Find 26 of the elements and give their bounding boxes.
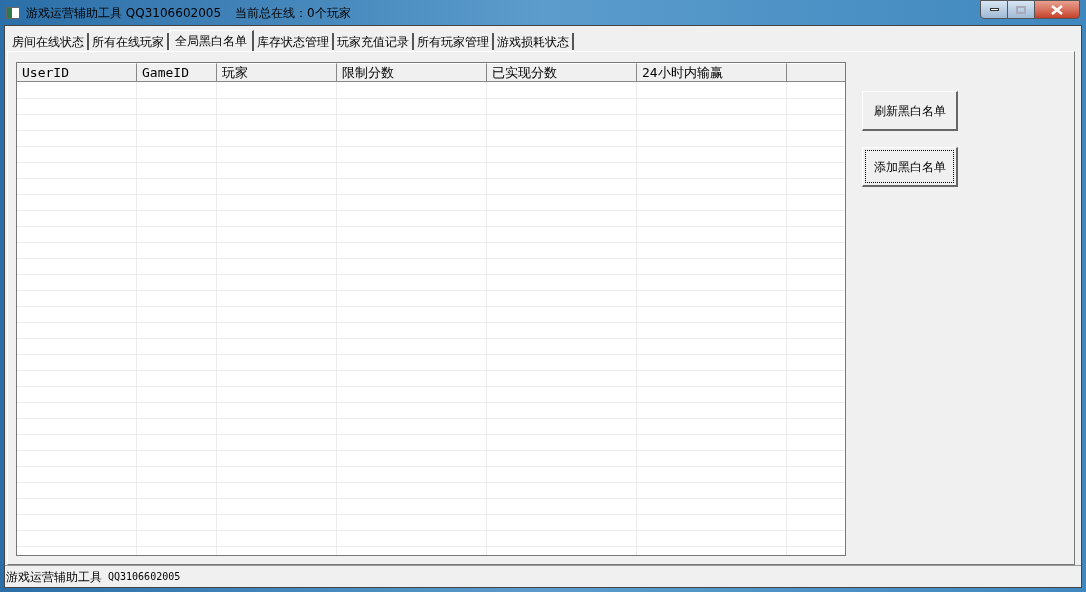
close-icon (1051, 4, 1063, 15)
tab[interactable]: 玩家充值记录 (334, 33, 414, 50)
column-header[interactable]: GameID (137, 63, 217, 82)
close-button[interactable] (1034, 0, 1080, 19)
status-text: 游戏运营辅助工具 (6, 568, 102, 586)
maximize-button[interactable] (1008, 0, 1034, 19)
minimize-button[interactable] (980, 0, 1008, 19)
action-button[interactable]: 添加黑白名单 (862, 147, 958, 187)
column-header[interactable]: UserID (17, 63, 137, 82)
tab[interactable]: 库存状态管理 (254, 33, 334, 50)
tab[interactable]: 全局黑白名单 (169, 30, 254, 51)
tab[interactable]: 游戏损耗状态 (494, 33, 574, 50)
app-icon (6, 6, 20, 19)
tab[interactable]: 所有玩家管理 (414, 33, 494, 50)
tab[interactable]: 所有在线玩家 (89, 33, 169, 50)
column-header[interactable]: 24小时内输赢 (637, 63, 787, 82)
online-count: 当前总在线：0个玩家 (235, 4, 351, 22)
action-button[interactable]: 刷新黑白名单 (862, 91, 958, 131)
tab[interactable]: 房间在线状态 (9, 33, 89, 50)
minimize-icon (989, 8, 999, 11)
column-header[interactable]: 已实现分数 (487, 63, 637, 82)
column-header[interactable]: 限制分数 (337, 63, 487, 82)
status-text: QQ3106602005 (108, 570, 181, 584)
window-title: 游戏运营辅助工具 QQ3106602005 (26, 4, 222, 22)
maximize-icon (1016, 5, 1026, 14)
column-header[interactable]: 玩家 (217, 63, 337, 82)
